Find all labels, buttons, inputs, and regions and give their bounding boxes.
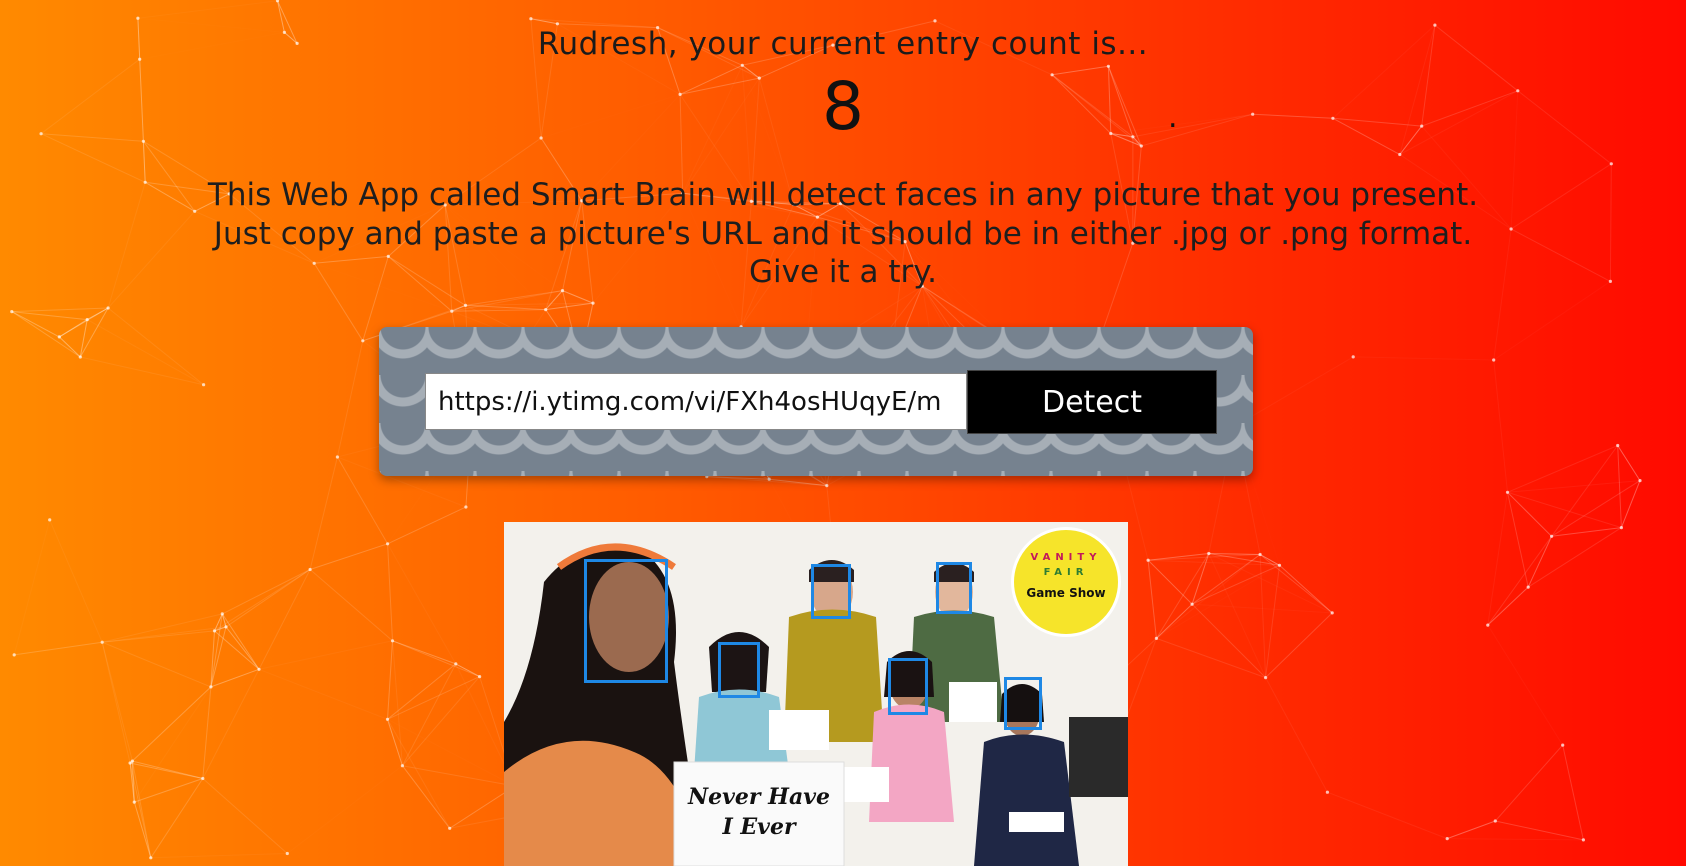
entry-count-value: 8 bbox=[822, 68, 864, 145]
intro-line-1: This Web App called Smart Brain will det… bbox=[207, 177, 1479, 213]
entry-count-greeting: Rudresh, your current entry count is... bbox=[537, 26, 1149, 62]
card-text: Never Have I Ever bbox=[674, 782, 844, 842]
vanity-fair-game-show-logo: VANITY FAIR Game Show bbox=[1011, 527, 1121, 637]
face-bounding-box bbox=[936, 562, 972, 614]
face-bounding-box bbox=[1004, 677, 1042, 730]
intro-line-2: Just copy and paste a picture's URL and … bbox=[213, 215, 1473, 252]
face-detection-result-image: VANITY FAIR Game Show Never Have I Ever bbox=[504, 522, 1128, 866]
image-url-input[interactable] bbox=[425, 373, 967, 430]
face-bounding-box bbox=[584, 559, 668, 683]
intro-text: This Web App called Smart Brain will det… bbox=[0, 176, 1686, 292]
intro-line-3: Give it a try. bbox=[748, 254, 938, 290]
logo-word-mid: FAIR bbox=[1043, 567, 1089, 578]
logo-word-top: VANITY bbox=[1030, 552, 1102, 563]
face-bounding-box bbox=[718, 642, 760, 698]
detect-button[interactable]: Detect bbox=[967, 370, 1217, 434]
card-text-line-1: Never Have bbox=[688, 784, 830, 810]
face-bounding-box bbox=[888, 658, 928, 715]
card-text-line-2: I Ever bbox=[722, 814, 796, 840]
stray-dot: . bbox=[1168, 100, 1178, 135]
logo-subtitle: Game Show bbox=[1026, 586, 1106, 600]
face-bounding-box bbox=[811, 564, 851, 619]
